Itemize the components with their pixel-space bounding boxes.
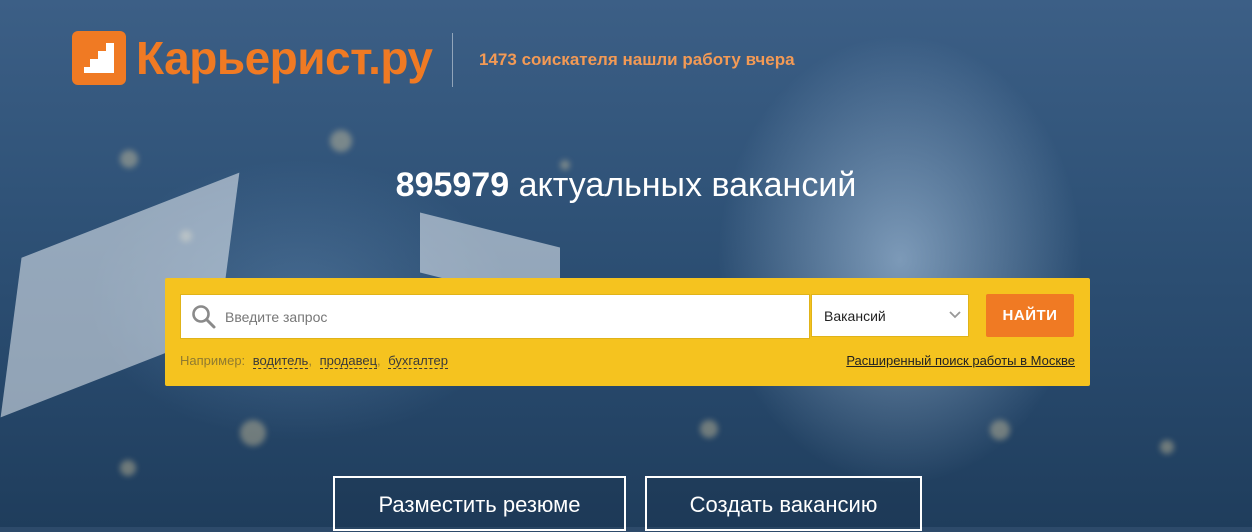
advanced-search-link[interactable]: Расширенный поиск работы в Москве <box>846 353 1075 368</box>
tagline: 1473 соискателя нашли работу вчера <box>479 50 795 70</box>
stairs-icon <box>72 31 126 85</box>
search-box[interactable] <box>180 294 810 339</box>
page-title: 895979 актуальных вакансий <box>0 166 1252 205</box>
search-panel: Вакансий НАЙТИ Например: водитель, прода… <box>165 278 1090 386</box>
tagline-text: соискателя нашли работу вчера <box>521 50 795 69</box>
find-button[interactable]: НАЙТИ <box>986 294 1074 337</box>
logo-text: Карьерист.ру <box>136 32 433 84</box>
search-input[interactable] <box>225 295 795 338</box>
example-link-seller[interactable]: продавец <box>319 353 378 369</box>
site-logo[interactable]: Карьерист.ру <box>72 31 433 85</box>
example-link-driver[interactable]: водитель <box>252 353 309 369</box>
chevron-down-icon <box>949 311 961 319</box>
header-divider <box>452 33 453 87</box>
tagline-count: 1473 <box>479 50 517 69</box>
search-examples: Например: водитель, продавец, бухгалтер <box>180 353 448 369</box>
vacancies-count: 895979 <box>395 166 510 204</box>
create-vacancy-button[interactable]: Создать вакансию <box>645 476 922 531</box>
example-link-accountant[interactable]: бухгалтер <box>388 353 448 369</box>
vacancies-label: актуальных вакансий <box>518 166 857 204</box>
search-type-select[interactable]: Вакансий <box>811 294 969 337</box>
search-icon <box>192 305 216 329</box>
post-resume-button[interactable]: Разместить резюме <box>333 476 626 531</box>
search-type-value: Вакансий <box>824 308 886 324</box>
examples-label: Например: <box>180 353 246 368</box>
